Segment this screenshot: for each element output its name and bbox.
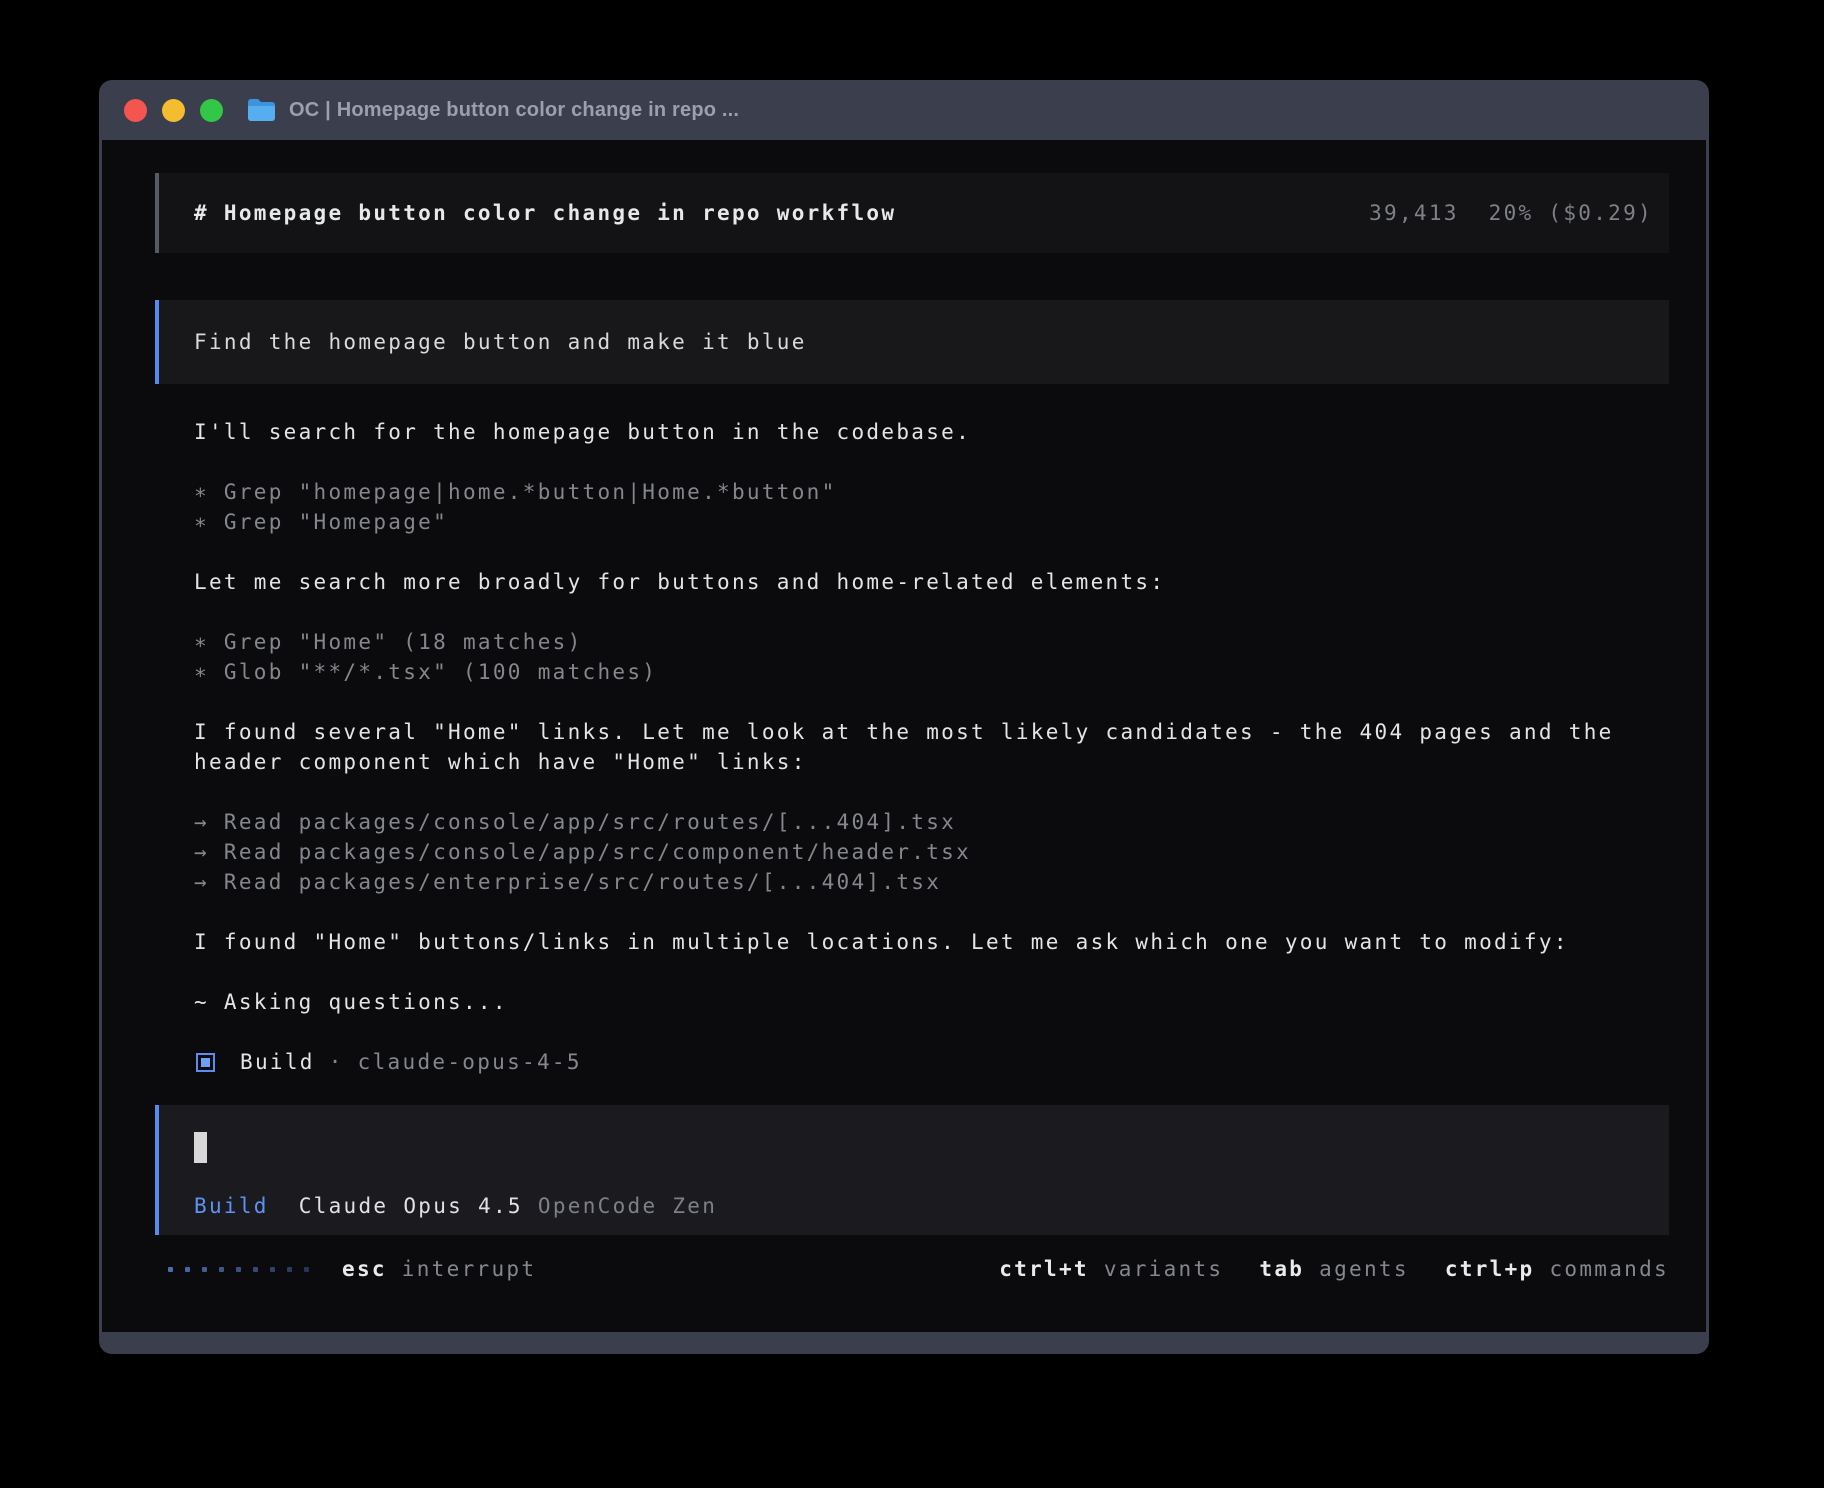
agent-model: claude-opus-4-5 bbox=[358, 1047, 582, 1077]
spinner-dots bbox=[168, 1267, 309, 1272]
spinner-dot bbox=[304, 1267, 309, 1272]
tool-call-line: ∗ Grep "homepage|home.*button|Home.*butt… bbox=[194, 477, 1669, 507]
shortcut-key: tab bbox=[1259, 1257, 1304, 1281]
spinner-dot bbox=[236, 1267, 241, 1272]
terminal-window: OC | Homepage button color change in rep… bbox=[99, 80, 1709, 1354]
shortcut-key: ctrl+p bbox=[1445, 1257, 1535, 1281]
titlebar: OC | Homepage button color change in rep… bbox=[99, 80, 1709, 140]
spinner-dot bbox=[168, 1267, 173, 1272]
assistant-text-line: I'll search for the homepage button in t… bbox=[194, 417, 1669, 447]
interrupt-hint: esc interrupt bbox=[342, 1254, 536, 1284]
assistant-text: I'll search for the homepage button in t… bbox=[194, 417, 1669, 447]
shortcut-label: commands bbox=[1535, 1257, 1670, 1281]
assistant-text-line: ~ Asking questions... bbox=[194, 987, 1669, 1017]
spinner-dot bbox=[202, 1267, 207, 1272]
tool-call-group: → Read packages/console/app/src/routes/[… bbox=[194, 807, 1669, 897]
spinner-dot bbox=[287, 1267, 292, 1272]
assistant-text: I found "Home" buttons/links in multiple… bbox=[194, 927, 1669, 957]
session-header: # Homepage button color change in repo w… bbox=[155, 173, 1669, 253]
assistant-text-line: Let me search more broadly for buttons a… bbox=[194, 567, 1669, 597]
transcript: I'll search for the homepage button in t… bbox=[194, 417, 1669, 1017]
agent-status-row: Build · claude-opus-4-5 bbox=[196, 1047, 1669, 1077]
minimize-button[interactable] bbox=[162, 99, 185, 122]
input-provider-label: OpenCode Zen bbox=[538, 1191, 717, 1221]
close-button[interactable] bbox=[124, 99, 147, 122]
agent-build-icon bbox=[196, 1053, 215, 1072]
tool-call-line: ∗ Grep "Homepage" bbox=[194, 507, 1669, 537]
spinner-dot bbox=[253, 1267, 258, 1272]
user-message-text: Find the homepage button and make it blu… bbox=[194, 327, 807, 357]
agent-name: Build bbox=[240, 1047, 315, 1077]
assistant-text: I found several "Home" links. Let me loo… bbox=[194, 717, 1669, 777]
prompt-input[interactable]: Build Claude Opus 4.5 OpenCode Zen bbox=[155, 1105, 1669, 1235]
shortcut-hint: tab agents bbox=[1259, 1254, 1408, 1284]
text-cursor bbox=[194, 1132, 207, 1163]
shortcut-key: ctrl+t bbox=[999, 1257, 1089, 1281]
shortcut-hints: ctrl+t variants tab agents ctrl+p commands bbox=[999, 1254, 1669, 1284]
shortcut-hint: ctrl+p commands bbox=[1445, 1254, 1669, 1284]
assistant-text-line: I found "Home" buttons/links in multiple… bbox=[194, 927, 1669, 957]
window-title: OC | Homepage button color change in rep… bbox=[289, 99, 739, 122]
interrupt-label: interrupt bbox=[402, 1257, 537, 1281]
maximize-button[interactable] bbox=[200, 99, 223, 122]
tool-call-line: ∗ Glob "**/*.tsx" (100 matches) bbox=[194, 657, 1669, 687]
shortcut-label: variants bbox=[1089, 1257, 1224, 1281]
traffic-lights bbox=[124, 99, 223, 122]
interrupt-key: esc bbox=[342, 1257, 387, 1281]
agent-separator: · bbox=[329, 1047, 344, 1077]
tool-call-line: → Read packages/enterprise/src/routes/[.… bbox=[194, 867, 1669, 897]
spinner-dot bbox=[219, 1267, 224, 1272]
tool-call-group: ∗ Grep "Home" (18 matches)∗ Glob "**/*.t… bbox=[194, 627, 1669, 687]
spinner-dot bbox=[270, 1267, 275, 1272]
user-message: Find the homepage button and make it blu… bbox=[155, 300, 1669, 384]
status-bar: esc interrupt ctrl+t variantstab agentsc… bbox=[155, 1254, 1669, 1284]
assistant-text-line: I found several "Home" links. Let me loo… bbox=[194, 717, 1669, 777]
tool-call-line: → Read packages/console/app/src/componen… bbox=[194, 837, 1669, 867]
spinner-dot bbox=[185, 1267, 190, 1272]
tool-call-line: → Read packages/console/app/src/routes/[… bbox=[194, 807, 1669, 837]
shortcut-hint: ctrl+t variants bbox=[999, 1254, 1223, 1284]
input-model-label: Claude Opus 4.5 bbox=[299, 1191, 523, 1221]
session-title: # Homepage button color change in repo w… bbox=[194, 198, 896, 228]
assistant-text: ~ Asking questions... bbox=[194, 987, 1669, 1017]
terminal-content: # Homepage button color change in repo w… bbox=[102, 140, 1706, 1332]
session-stats: 39,413 20% ($0.29) bbox=[1369, 198, 1653, 228]
tool-call-line: ∗ Grep "Home" (18 matches) bbox=[194, 627, 1669, 657]
folder-icon bbox=[247, 98, 276, 122]
input-agent-label: Build bbox=[194, 1191, 269, 1221]
assistant-text: Let me search more broadly for buttons a… bbox=[194, 567, 1669, 597]
shortcut-label: agents bbox=[1304, 1257, 1409, 1281]
input-footer: Build Claude Opus 4.5 OpenCode Zen bbox=[194, 1191, 1634, 1221]
tool-call-group: ∗ Grep "homepage|home.*button|Home.*butt… bbox=[194, 477, 1669, 537]
